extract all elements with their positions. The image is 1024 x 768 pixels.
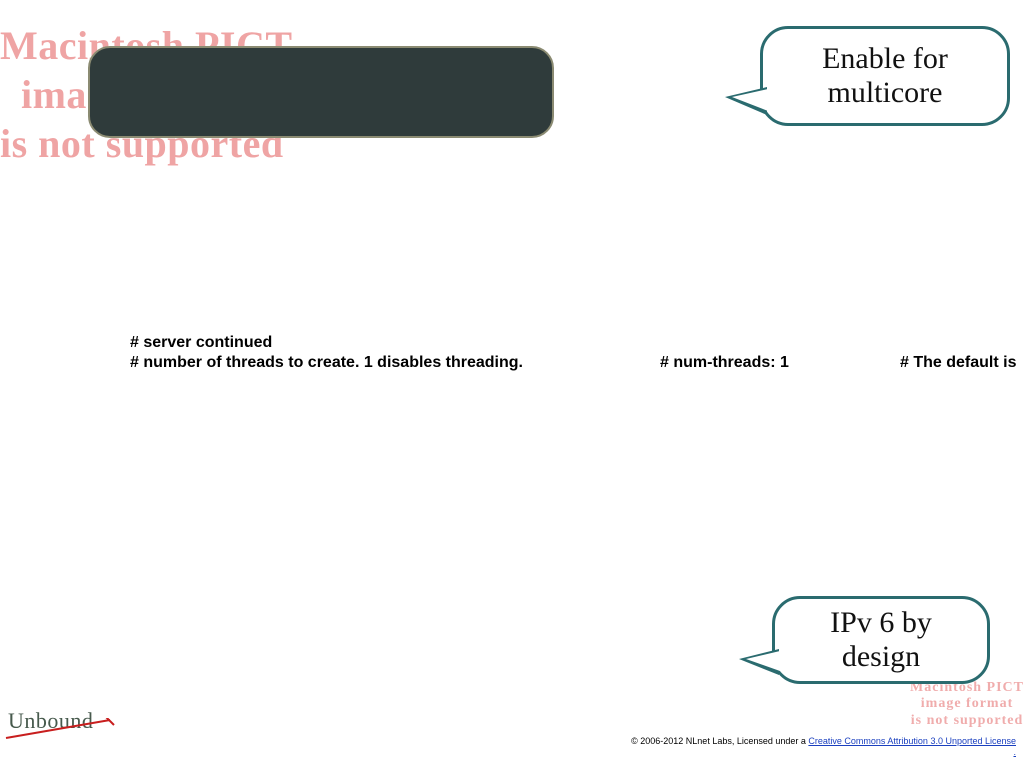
- callout-label: IPv 6 by design: [830, 606, 932, 673]
- callout-tail-icon: [732, 89, 768, 111]
- footer-post: .: [1013, 747, 1016, 757]
- callout-enable-multicore: Enable for multicore: [760, 26, 1010, 126]
- unbound-text: Unbound: [8, 708, 93, 733]
- callout-ipv6-design: IPv 6 by design: [772, 596, 990, 684]
- copyright-footer: © 2006-2012 NLnet Labs, Licensed under a…: [631, 736, 1016, 759]
- callout-label: Enable for multicore: [822, 42, 948, 109]
- unbound-logo: Unbound: [8, 708, 93, 734]
- callout-tail-icon: [746, 651, 780, 671]
- config-comment-line: # The default is: [900, 354, 1016, 372]
- config-comment-line: # server continued: [130, 334, 272, 352]
- footer-pre: © 2006-2012 NLnet Labs, Licensed under a: [631, 736, 808, 746]
- config-setting-line: # num-threads: 1: [660, 354, 789, 372]
- dark-title-block: [88, 46, 554, 138]
- license-link[interactable]: Creative Commons Attribution 3.0 Unporte…: [808, 736, 1016, 746]
- pict-placeholder-small: Macintosh PICT image format is not suppo…: [910, 680, 1024, 730]
- config-comment-line: # number of threads to create. 1 disable…: [130, 354, 523, 372]
